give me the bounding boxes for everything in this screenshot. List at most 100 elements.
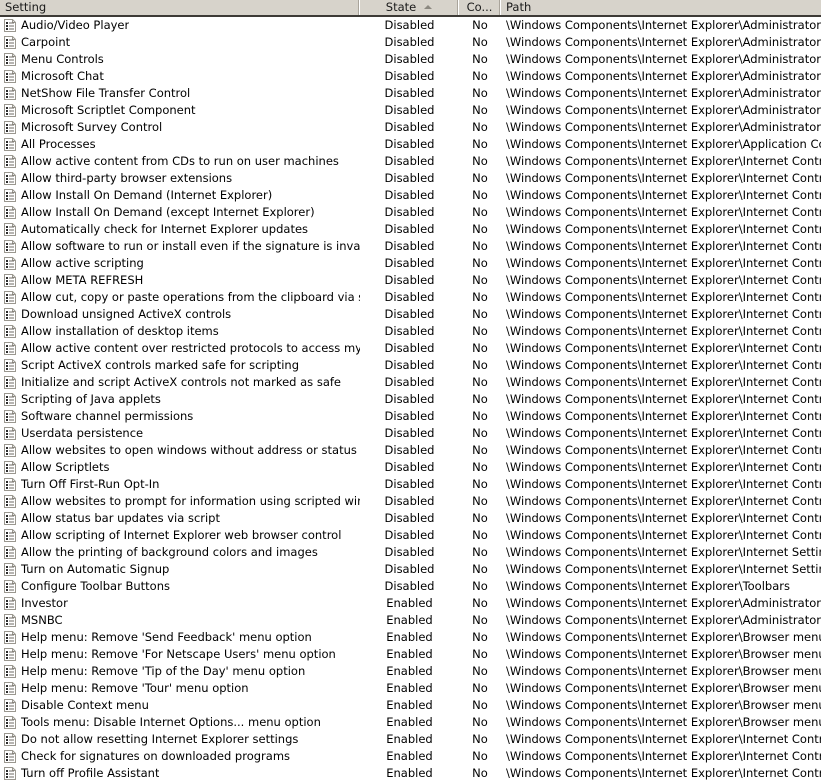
column-header-comment[interactable]: Co... [459,0,501,15]
table-row[interactable]: Allow active scripting Disabled No \Wind… [0,255,821,272]
policy-setting-icon [4,325,16,338]
table-row[interactable]: Allow Install On Demand (except Internet… [0,204,821,221]
table-row[interactable]: Allow scripting of Internet Explorer web… [0,527,821,544]
table-row[interactable]: Allow Install On Demand (Internet Explor… [0,187,821,204]
table-row[interactable]: Help menu: Remove 'For Netscape Users' m… [0,646,821,663]
table-row[interactable]: Turn Off First-Run Opt-In Disabled No \W… [0,476,821,493]
table-row[interactable]: Check for signatures on downloaded progr… [0,748,821,765]
table-row[interactable]: Tools menu: Disable Internet Options... … [0,714,821,731]
table-row[interactable]: Allow websites to prompt for information… [0,493,821,510]
cell-setting: Automatically check for Internet Explore… [0,221,360,238]
cell-comment: No [472,358,488,372]
policy-setting-icon [4,70,16,83]
cell-state: Enabled [386,647,433,661]
cell-path: \Windows Components\Internet Explorer\In… [506,749,821,763]
cell-comment: No [472,103,488,117]
table-row[interactable]: Allow installation of desktop items Disa… [0,323,821,340]
column-header-state[interactable]: State [360,0,459,15]
cell-state: Disabled [384,154,435,168]
cell-setting: Audio/Video Player [0,17,360,34]
cell-setting: Allow META REFRESH [0,272,360,289]
cell-comment: No [472,120,488,134]
table-row[interactable]: Allow third-party browser extensions Dis… [0,170,821,187]
policy-setting-icon [4,87,16,100]
cell-path: \Windows Components\Internet Explorer\In… [506,307,821,321]
list-body[interactable]: Audio/Video Player Disabled No \Windows … [0,17,821,782]
table-row[interactable]: Allow cut, copy or paste operations from… [0,289,821,306]
setting-name: Audio/Video Player [21,18,130,32]
setting-name: Microsoft Survey Control [21,120,163,134]
table-row[interactable]: Investor Enabled No \Windows Components\… [0,595,821,612]
cell-setting: Tools menu: Disable Internet Options... … [0,714,360,731]
policy-setting-icon [4,291,16,304]
table-row[interactable]: Allow active content from CDs to run on … [0,153,821,170]
table-row[interactable]: Initialize and script ActiveX controls n… [0,374,821,391]
cell-comment: No [472,256,488,270]
table-row[interactable]: Microsoft Chat Disabled No \Windows Comp… [0,68,821,85]
setting-name: NetShow File Transfer Control [21,86,191,100]
table-row[interactable]: Help menu: Remove 'Send Feedback' menu o… [0,629,821,646]
table-row[interactable]: Allow active content over restricted pro… [0,340,821,357]
table-row[interactable]: Allow software to run or install even if… [0,238,821,255]
cell-setting: Microsoft Survey Control [0,119,360,136]
table-row[interactable]: Disable Context menu Enabled No \Windows… [0,697,821,714]
table-row[interactable]: Menu Controls Disabled No \Windows Compo… [0,51,821,68]
cell-comment: No [472,52,488,66]
table-row[interactable]: Script ActiveX controls marked safe for … [0,357,821,374]
table-row[interactable]: Allow the printing of background colors … [0,544,821,561]
table-row[interactable]: Help menu: Remove 'Tour' menu option Ena… [0,680,821,697]
column-header-path[interactable]: Path [501,0,821,15]
policy-setting-icon [4,121,16,134]
cell-comment: No [472,307,488,321]
table-row[interactable]: Audio/Video Player Disabled No \Windows … [0,17,821,34]
table-row[interactable]: Allow websites to open windows without a… [0,442,821,459]
cell-setting: Configure Toolbar Buttons [0,578,360,595]
table-row[interactable]: Allow META REFRESH Disabled No \Windows … [0,272,821,289]
cell-comment: No [472,681,488,695]
cell-setting: Disable Context menu [0,697,360,714]
policy-setting-icon [4,189,16,202]
table-row[interactable]: Automatically check for Internet Explore… [0,221,821,238]
table-row[interactable]: Scripting of Java applets Disabled No \W… [0,391,821,408]
table-row[interactable]: Configure Toolbar Buttons Disabled No \W… [0,578,821,595]
setting-name: All Processes [21,137,96,151]
table-row[interactable]: Userdata persistence Disabled No \Window… [0,425,821,442]
cell-state: Disabled [384,256,435,270]
column-header-setting[interactable]: Setting [0,0,360,15]
table-row[interactable]: Turn off Profile Assistant Enabled No \W… [0,765,821,782]
policy-setting-icon [4,359,16,372]
table-row[interactable]: Microsoft Survey Control Disabled No \Wi… [0,119,821,136]
policy-setting-icon [4,716,16,729]
table-row[interactable]: NetShow File Transfer Control Disabled N… [0,85,821,102]
table-row[interactable]: All Processes Disabled No \Windows Compo… [0,136,821,153]
cell-comment: No [472,188,488,202]
cell-state: Disabled [384,545,435,559]
table-row[interactable]: Download unsigned ActiveX controls Disab… [0,306,821,323]
cell-path: \Windows Components\Internet Explorer\In… [506,494,821,508]
table-row[interactable]: MSNBC Enabled No \Windows Components\Int… [0,612,821,629]
setting-name: Allow status bar updates via script [21,511,220,525]
setting-name: Turn off Profile Assistant [21,766,160,780]
cell-comment: No [472,273,488,287]
policy-setting-icon [4,410,16,423]
cell-setting: Software channel permissions [0,408,360,425]
cell-setting: Allow software to run or install even if… [0,238,360,255]
cell-comment: No [472,171,488,185]
table-row[interactable]: Do not allow resetting Internet Explorer… [0,731,821,748]
table-row[interactable]: Carpoint Disabled No \Windows Components… [0,34,821,51]
table-row[interactable]: Allow status bar updates via script Disa… [0,510,821,527]
cell-state: Disabled [384,443,435,457]
cell-path: \Windows Components\Internet Explorer\In… [506,341,821,355]
cell-setting: Allow active content from CDs to run on … [0,153,360,170]
table-row[interactable]: Allow Scriptlets Disabled No \Windows Co… [0,459,821,476]
table-row[interactable]: Software channel permissions Disabled No… [0,408,821,425]
table-row[interactable]: Turn on Automatic Signup Disabled No \Wi… [0,561,821,578]
table-row[interactable]: Help menu: Remove 'Tip of the Day' menu … [0,663,821,680]
setting-name: Help menu: Remove 'Tour' menu option [21,681,249,695]
settings-list-view[interactable]: Setting State Co... Path Audio/Video Pla… [0,0,821,782]
cell-path: \Windows Components\Internet Explorer\In… [506,766,821,780]
cell-comment: No [472,341,488,355]
cell-path: \Windows Components\Internet Explorer\Br… [506,715,821,729]
table-row[interactable]: Microsoft Scriptlet Component Disabled N… [0,102,821,119]
policy-setting-icon [4,257,16,270]
